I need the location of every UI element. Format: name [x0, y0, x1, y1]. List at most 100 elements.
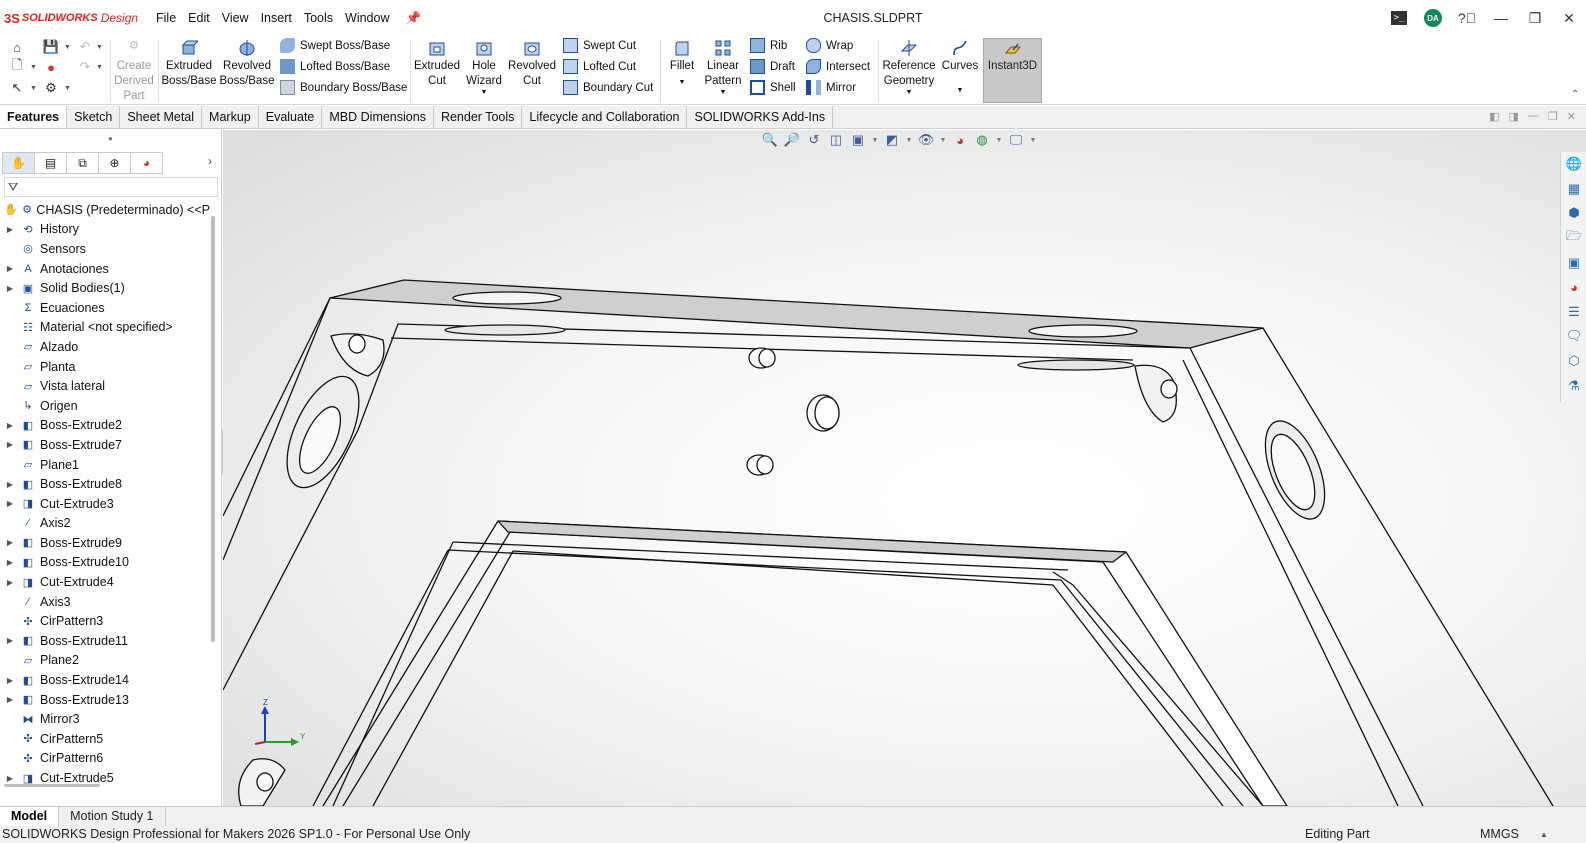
tab-configuration-manager[interactable]: ⧉ [66, 152, 99, 174]
close-button[interactable]: ✕ [1552, 0, 1586, 36]
view-palette-icon[interactable]: ▣ [1561, 250, 1586, 275]
new-dropdown-icon[interactable]: ▼ [30, 64, 37, 71]
new-document-button[interactable]: 🗋 [8, 57, 26, 76]
custom-properties-icon[interactable]: ☰ [1561, 300, 1586, 325]
previous-view-icon[interactable]: ↺ [805, 132, 823, 148]
tree-vertical-scrollbar[interactable] [211, 216, 215, 642]
tree-item[interactable]: ▱ Plane1 [0, 455, 210, 475]
tab-mbd-dimensions[interactable]: MBD Dimensions [322, 106, 434, 128]
tree-item[interactable]: ✣ CirPattern3 [0, 611, 210, 631]
curves-dropdown-icon[interactable]: ▼ [940, 74, 980, 107]
expand-arrow-icon[interactable]: ▶ [4, 636, 16, 645]
tree-item[interactable]: Σ Ecuaciones [0, 298, 210, 318]
tree-item[interactable]: ▶ ◨ Cut-Extrude4 [0, 572, 210, 592]
boundary-boss-base-button[interactable]: Boundary Boss/Base [280, 80, 407, 95]
linear-pattern-dropdown-icon[interactable]: ▼ [702, 89, 744, 97]
mirror-button[interactable]: Mirror [806, 80, 856, 95]
swept-cut-button[interactable]: Swept Cut [563, 38, 636, 53]
tab-display-manager[interactable]: ◕ [130, 152, 163, 174]
expand-arrow-icon[interactable]: ▶ [4, 421, 16, 430]
tab-dimxpert-manager[interactable]: ⊕ [98, 152, 131, 174]
save-dropdown-icon[interactable]: ▼ [64, 44, 71, 51]
fillet-dropdown-icon[interactable]: ▼ [664, 74, 700, 92]
pin-menu-icon[interactable]: 📌 [400, 11, 428, 26]
view-orientation-icon[interactable]: ◩ [883, 132, 901, 148]
instant3d-toggle[interactable]: Instant3D [983, 38, 1042, 103]
tree-root[interactable]: ✋ ⚙ CHASIS (Predeterminado) <<P [0, 200, 210, 220]
linear-pattern-button[interactable]: Linear Pattern ▼ [702, 39, 744, 97]
tab-sketch[interactable]: Sketch [67, 106, 121, 128]
tab-markup[interactable]: Markup [202, 106, 259, 128]
select-button[interactable]: ↖ [8, 79, 26, 97]
home-button[interactable]: ⌂ [8, 38, 26, 56]
tree-filter-input[interactable]: ⛛ [4, 177, 218, 197]
undo-dropdown-icon[interactable]: ▼ [96, 44, 103, 51]
tree-item[interactable]: ▱ Alzado [0, 337, 210, 357]
forum-icon[interactable]: 🗨 [1561, 324, 1586, 349]
view-orientation-dropdown-icon[interactable]: ▼ [871, 137, 879, 144]
tree-item[interactable]: ▶ ⟲ History [0, 220, 210, 240]
help-button[interactable]: ?⃝ [1450, 0, 1484, 36]
swept-boss-base-button[interactable]: Swept Boss/Base [280, 38, 390, 53]
edit-appearance-icon[interactable]: ◕ [951, 133, 969, 148]
tree-item[interactable]: ▶ ◨ Cut-Extrude3 [0, 494, 210, 514]
viewport-close-icon[interactable]: ✕ [1567, 110, 1576, 123]
collapse-ribbon-icon[interactable]: ⌃ [1571, 89, 1579, 100]
expand-arrow-icon[interactable]: ▶ [4, 480, 16, 489]
graphics-area[interactable]: 🔍 🔎 ↺ ◫ ▣ ▼ ◩ ▼ 👁 ▼ ◕ ◍ ▼ 🖵 ▼ 🌐 ▦ ⬢ 🗁 ▣ … [223, 130, 1586, 806]
minimize-button[interactable]: — [1484, 0, 1518, 36]
menu-file[interactable]: File [150, 11, 182, 25]
tree-item[interactable]: ▶ ▣ Solid Bodies(1) [0, 278, 210, 298]
options-dropdown-icon[interactable]: ▼ [64, 85, 71, 92]
simulation-icon[interactable]: ⚗ [1561, 373, 1586, 398]
tree-item[interactable]: ▶ ◧ Boss-Extrude7 [0, 435, 210, 455]
menu-tools[interactable]: Tools [298, 11, 339, 25]
viewport-restore-icon[interactable]: ❐ [1548, 110, 1558, 123]
draft-button[interactable]: Draft [750, 59, 795, 74]
tab-property-manager[interactable]: ▤ [34, 152, 67, 174]
wrap-button[interactable]: Wrap [806, 38, 853, 53]
apply-scene-icon[interactable]: ◍ [973, 132, 991, 148]
tab-lifecycle-collaboration[interactable]: Lifecycle and Collaboration [522, 106, 688, 128]
rib-button[interactable]: Rib [750, 38, 787, 53]
expand-arrow-icon[interactable]: ▶ [4, 440, 16, 449]
lofted-boss-base-button[interactable]: Lofted Boss/Base [280, 59, 390, 74]
hide-show-items-icon[interactable]: 👁 [917, 132, 935, 148]
lofted-cut-button[interactable]: Lofted Cut [563, 59, 636, 74]
menu-view[interactable]: View [216, 11, 255, 25]
expand-arrow-icon[interactable]: ▶ [4, 284, 16, 293]
panel-grip-icon[interactable]: ● [108, 134, 113, 143]
rebuild-button[interactable]: ● [42, 58, 60, 76]
shell-button[interactable]: Shell [750, 80, 796, 95]
tree-item[interactable]: ▶ ◧ Boss-Extrude2 [0, 416, 210, 436]
redo-dropdown-icon[interactable]: ▼ [96, 64, 103, 71]
section-view-icon[interactable]: ◫ [827, 132, 845, 148]
display-style-dropdown-icon[interactable]: ▼ [905, 137, 913, 144]
menu-edit[interactable]: Edit [182, 11, 216, 25]
tree-item[interactable]: ▶ ◧ Boss-Extrude9 [0, 533, 210, 553]
reference-geometry-button[interactable]: Reference Geometry ▼ [881, 39, 937, 97]
boundary-cut-button[interactable]: Boundary Cut [563, 80, 653, 95]
menu-window[interactable]: Window [339, 11, 395, 25]
tree-item[interactable]: ☷ Material <not specified> [0, 318, 210, 338]
hole-wizard-button[interactable]: Hole Wizard ▼ [462, 39, 506, 97]
tab-motion-study-1[interactable]: Motion Study 1 [59, 807, 166, 826]
expand-arrow-icon[interactable]: ▶ [4, 264, 16, 273]
file-explorer-icon[interactable]: 🗁 [1561, 226, 1586, 251]
tab-solidworks-add-ins[interactable]: SOLIDWORKS Add-Ins [687, 106, 834, 128]
tree-item[interactable]: ▶ ◧ Boss-Extrude14 [0, 670, 210, 690]
chasis-model-view[interactable] [223, 130, 1586, 806]
restore-button[interactable]: ❐ [1518, 0, 1552, 36]
zoom-to-area-icon[interactable]: 🔎 [783, 132, 801, 148]
redo-button[interactable]: ↷ [76, 58, 94, 76]
tree-item[interactable]: ▱ Planta [0, 357, 210, 377]
fillet-button[interactable]: Fillet ▼ [664, 39, 700, 92]
curves-button[interactable]: Curves ▼ [940, 39, 980, 107]
tree-item[interactable]: ✣ CirPattern5 [0, 729, 210, 749]
appearances-scenes-icon[interactable]: ◕ [1561, 275, 1586, 300]
tab-sheet-metal[interactable]: Sheet Metal [120, 106, 203, 128]
tile-left-icon[interactable]: ◧ [1489, 110, 1499, 123]
tree-item[interactable]: ⁄ Axis2 [0, 514, 210, 534]
expand-arrow-icon[interactable]: ▶ [4, 538, 16, 547]
scene-dropdown-icon[interactable]: ▼ [995, 137, 1003, 144]
